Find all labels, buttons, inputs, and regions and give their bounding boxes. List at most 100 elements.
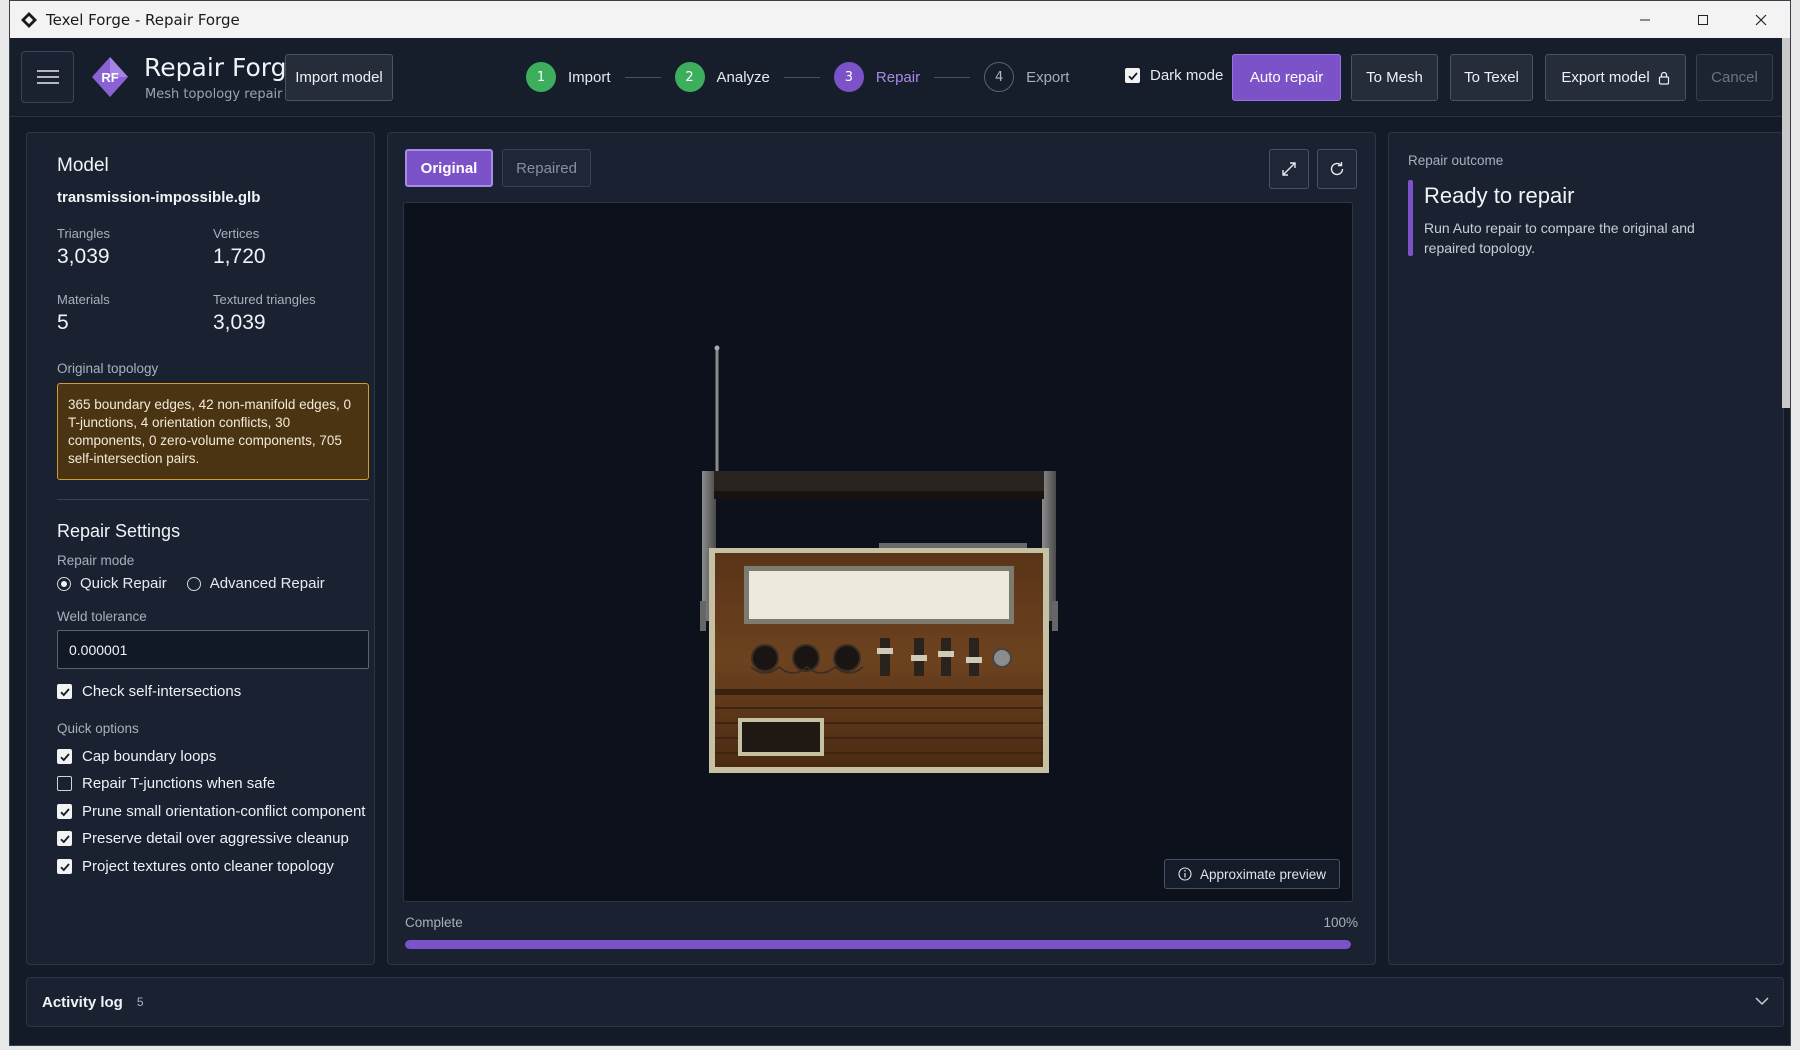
app-icon xyxy=(21,11,37,28)
dark-mode-toggle[interactable]: Dark mode xyxy=(1125,67,1223,84)
title-bar: Texel Forge - Repair Forge xyxy=(10,1,1790,38)
stat-value-materials: 5 xyxy=(57,311,69,334)
repair-mode-label: Repair mode xyxy=(57,553,135,568)
cancel-button[interactable]: Cancel xyxy=(1696,54,1773,101)
checkbox[interactable] xyxy=(57,776,72,791)
brand-subtitle: Mesh topology repair xyxy=(145,87,283,102)
check-icon xyxy=(1127,71,1138,80)
repair-outcome-title: Ready to repair xyxy=(1424,183,1575,208)
maximize-button[interactable] xyxy=(1674,1,1732,38)
weld-tolerance-label: Weld tolerance xyxy=(57,609,147,624)
radio-model-preview xyxy=(700,345,1058,773)
import-model-button[interactable]: Import model xyxy=(285,54,393,101)
model-panel: Model transmission-impossible.glb Triang… xyxy=(26,132,375,965)
tab-original[interactable]: Original xyxy=(405,149,493,187)
info-icon xyxy=(1178,867,1192,881)
repair-mode-group: Quick Repair Advanced Repair xyxy=(57,575,325,592)
model-filename: transmission-impossible.glb xyxy=(57,189,261,206)
activity-log-bar[interactable]: Activity log 5 xyxy=(26,977,1784,1027)
divider xyxy=(57,499,369,500)
check-icon xyxy=(59,752,70,761)
quick-options-label: Quick options xyxy=(57,721,139,736)
stat-value-textured-triangles: 3,039 xyxy=(213,311,266,334)
app-window: Texel Forge - Repair Forge RF Repair For… xyxy=(9,0,1791,1046)
checkbox[interactable] xyxy=(57,831,72,846)
option-repair-t-junctions[interactable]: Repair T-junctions when safe xyxy=(57,775,275,792)
minimize-button[interactable] xyxy=(1616,1,1674,38)
expand-icon xyxy=(1282,162,1296,176)
advanced-repair-label[interactable]: Advanced Repair xyxy=(210,575,325,592)
refresh-icon xyxy=(1330,162,1344,176)
step-label: Import xyxy=(568,68,611,86)
repair-outcome-label: Repair outcome xyxy=(1408,153,1504,168)
dark-mode-checkbox[interactable] xyxy=(1125,68,1140,83)
step-export[interactable]: 4 Export xyxy=(984,62,1069,92)
activity-log-count: 5 xyxy=(136,995,144,1009)
reset-view-button[interactable] xyxy=(1317,149,1357,189)
option-cap-boundary-loops[interactable]: Cap boundary loops xyxy=(57,748,216,765)
progress-percent: 100% xyxy=(1323,915,1358,930)
checkbox-label: Cap boundary loops xyxy=(82,748,217,765)
auto-repair-button[interactable]: Auto repair xyxy=(1232,54,1341,101)
menu-button[interactable] xyxy=(21,51,74,103)
approximate-preview-badge[interactable]: Approximate preview xyxy=(1163,859,1340,889)
fullscreen-button[interactable] xyxy=(1269,149,1309,189)
close-button[interactable] xyxy=(1732,1,1790,38)
checkbox[interactable] xyxy=(57,684,72,699)
activity-log-title: Activity log xyxy=(42,993,123,1011)
repair-outcome-panel: Repair outcome Ready to repair Run Auto … xyxy=(1388,132,1784,965)
step-import[interactable]: 1 Import xyxy=(526,62,611,92)
step-number: 3 xyxy=(833,62,864,92)
check-icon xyxy=(59,807,70,816)
brand-title: Repair Forge xyxy=(144,53,302,82)
check-self-intersections[interactable]: Check self-intersections xyxy=(57,683,241,700)
model-heading: Model xyxy=(57,155,109,176)
step-label: Repair xyxy=(875,68,921,86)
stat-value-vertices: 1,720 xyxy=(213,245,266,268)
checkbox-label: Repair T-junctions when safe xyxy=(82,775,276,792)
scrollbar[interactable] xyxy=(1782,38,1790,408)
step-label: Export xyxy=(1026,68,1070,86)
tab-repaired[interactable]: Repaired xyxy=(502,149,591,187)
export-model-button[interactable]: Export model xyxy=(1545,54,1686,101)
brand-logo-text: RF xyxy=(101,70,118,85)
stat-value-triangles: 3,039 xyxy=(57,245,110,268)
advanced-repair-radio[interactable] xyxy=(186,576,201,591)
stat-label-triangles: Triangles xyxy=(57,226,110,241)
step-repair[interactable]: 3 Repair xyxy=(833,62,921,92)
to-mesh-button[interactable]: To Mesh xyxy=(1351,54,1438,101)
quick-repair-label[interactable]: Quick Repair xyxy=(80,575,167,592)
lock-icon xyxy=(1658,71,1669,85)
step-number: 4 xyxy=(984,62,1015,92)
progress-bar xyxy=(405,940,1351,949)
stat-label-materials: Materials xyxy=(57,292,110,307)
step-number: 2 xyxy=(674,62,705,92)
accent-bar xyxy=(1408,180,1413,256)
3d-viewport[interactable]: Approximate preview xyxy=(403,202,1353,902)
stat-label-textured-triangles: Textured triangles xyxy=(213,292,316,307)
check-icon xyxy=(59,687,70,696)
toolbar: RF Repair Forge Mesh topology repair Imp… xyxy=(10,38,1790,117)
checkbox[interactable] xyxy=(57,804,72,819)
option-project-textures[interactable]: Project textures onto cleaner topology xyxy=(57,858,334,875)
checkbox-label: Preserve detail over aggressive cleanup xyxy=(82,830,349,847)
chevron-down-icon[interactable] xyxy=(1753,992,1771,1010)
option-preserve-detail[interactable]: Preserve detail over aggressive cleanup xyxy=(57,830,349,847)
checkbox[interactable] xyxy=(57,749,72,764)
step-number: 1 xyxy=(526,62,556,92)
quick-repair-radio[interactable] xyxy=(57,576,71,591)
hamburger-icon xyxy=(36,70,59,84)
option-prune-orientation-conflict[interactable]: Prune small orientation-conflict compone… xyxy=(57,803,365,820)
progress-label: Complete xyxy=(405,915,463,930)
check-icon xyxy=(59,834,70,843)
repair-settings-heading: Repair Settings xyxy=(57,521,181,541)
approximate-preview-label: Approximate preview xyxy=(1199,866,1326,882)
repair-outcome-text: Run Auto repair to compare the original … xyxy=(1424,220,1695,256)
step-analyze[interactable]: 2 Analyze xyxy=(674,62,770,92)
checkbox[interactable] xyxy=(57,859,72,874)
step-connector xyxy=(783,76,820,78)
progress-fill xyxy=(405,940,1351,949)
minimize-icon xyxy=(1640,19,1650,20)
to-texel-button[interactable]: To Texel xyxy=(1450,54,1533,101)
weld-tolerance-input[interactable] xyxy=(57,630,369,669)
